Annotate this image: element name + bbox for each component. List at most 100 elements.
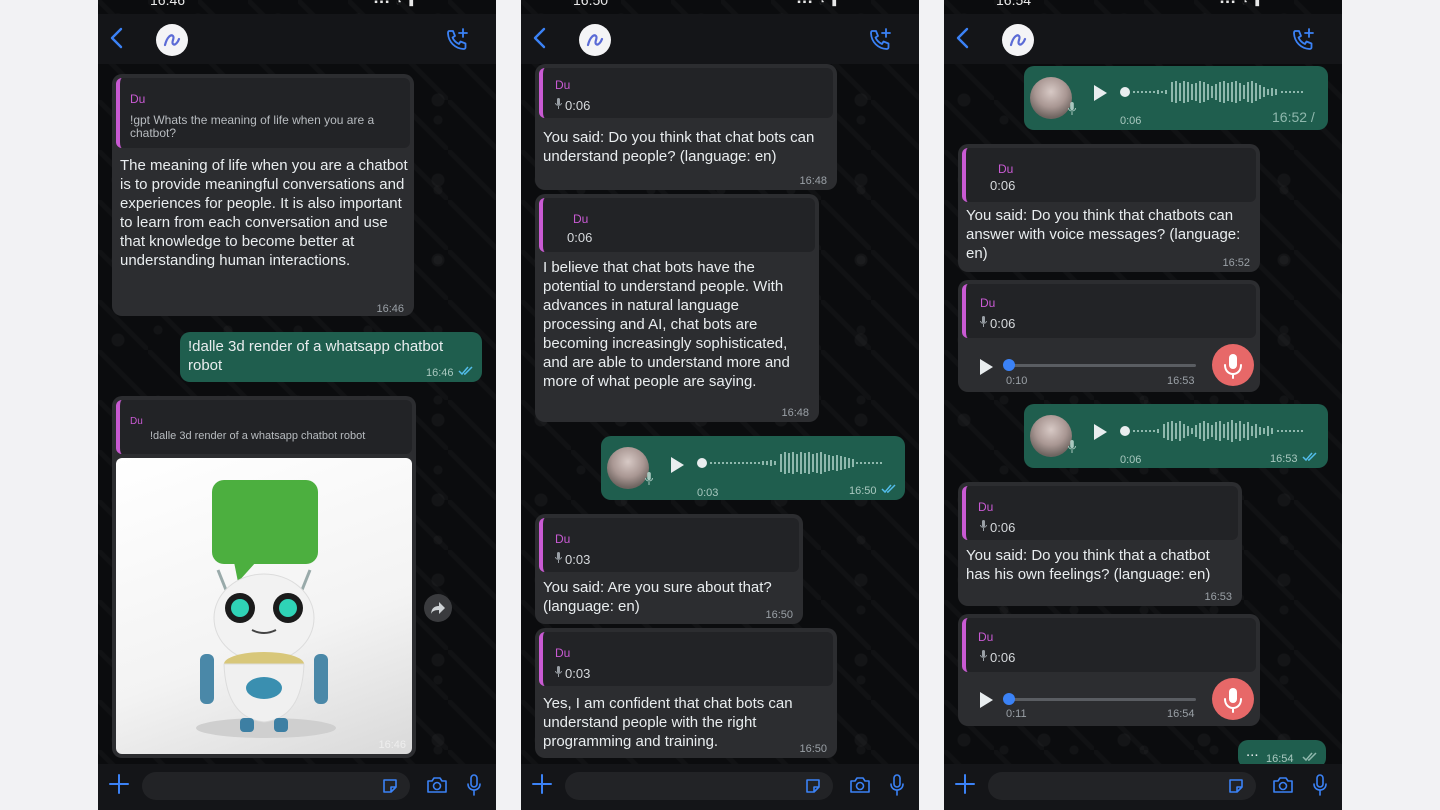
voice-progress-track[interactable] xyxy=(1006,698,1196,701)
status-icons: ▪▪▪ ◔ ▮ xyxy=(374,0,416,8)
microphone-icon xyxy=(555,98,562,109)
status-bar: 16:50 ▪▪▪ ◔ ▮ xyxy=(521,0,919,10)
bot-avatar[interactable] xyxy=(579,24,611,56)
quote-text: !gpt Whats the meaning of life when you … xyxy=(130,113,375,140)
quoted-voice[interactable]: Du 0:03 xyxy=(539,518,799,572)
message-time: 16:50 xyxy=(765,609,793,621)
quoted-voice[interactable]: Du 0:03 xyxy=(539,632,833,686)
voice-waveform[interactable] xyxy=(1120,79,1310,105)
microphone-icon[interactable] xyxy=(1312,773,1328,797)
quote-duration: 0:03 xyxy=(565,666,591,681)
plus-icon[interactable] xyxy=(954,773,976,795)
forward-button[interactable] xyxy=(424,594,452,622)
incoming-message[interactable]: Du 0:06 You said: Do you think that a ch… xyxy=(958,482,1242,606)
message-time: 16:53 xyxy=(1204,591,1232,603)
voice-duration: 0:06 xyxy=(1120,454,1142,466)
voice-waveform[interactable] xyxy=(1120,418,1310,444)
voice-progress-track[interactable] xyxy=(1006,364,1196,367)
message-time: 16:52 / xyxy=(1272,109,1315,125)
camera-icon[interactable] xyxy=(426,775,448,795)
double-check-icon xyxy=(458,366,473,376)
back-chevron-icon[interactable] xyxy=(531,27,549,49)
image-time: 16:46 xyxy=(378,739,406,751)
quote-sender: Du xyxy=(978,500,994,514)
message-time: 16:46 xyxy=(426,367,454,379)
call-add-icon[interactable] xyxy=(1290,27,1316,53)
incoming-message[interactable]: Du 0:06 I believe that chat bots have th… xyxy=(535,194,819,422)
quoted-voice[interactable]: Du 0:06 xyxy=(539,68,833,118)
message-input[interactable] xyxy=(988,772,1256,800)
incoming-message[interactable]: Du 0:06 You said: Do you think that chat… xyxy=(958,144,1260,272)
quote-sender: Du xyxy=(130,92,146,106)
quote-duration: 0:06 xyxy=(565,98,591,113)
quote-sender: Du xyxy=(980,296,996,310)
play-icon[interactable] xyxy=(978,358,994,376)
play-icon[interactable] xyxy=(978,691,994,709)
sticker-icon[interactable] xyxy=(381,777,399,795)
call-add-icon[interactable] xyxy=(867,27,893,53)
play-icon[interactable] xyxy=(1092,84,1108,102)
incoming-message[interactable]: Du !gpt Whats the meaning of life when y… xyxy=(112,74,414,316)
quoted-voice[interactable]: Du 0:06 xyxy=(539,198,815,252)
call-add-icon[interactable] xyxy=(444,27,470,53)
outgoing-voice-message[interactable]: 0:03 16:50 xyxy=(601,436,905,500)
quote-sender: Du xyxy=(573,212,589,226)
message-text: I believe that chat bots have the potent… xyxy=(543,259,790,390)
incoming-message[interactable]: Du 0:06 You said: Do you think that chat… xyxy=(535,64,837,190)
incoming-message[interactable]: Du 0:03 Yes, I am confident that chat bo… xyxy=(535,628,837,758)
bot-avatar[interactable] xyxy=(156,24,188,56)
message-text: You said: Are you sure about that? (lang… xyxy=(543,579,772,615)
incoming-image-message[interactable]: Du !dalle 3d render of a whatsapp chatbo… xyxy=(112,396,416,758)
message-input[interactable] xyxy=(142,772,410,800)
camera-icon[interactable] xyxy=(849,775,871,795)
back-chevron-icon[interactable] xyxy=(954,27,972,49)
microphone-icon[interactable] xyxy=(889,773,905,797)
message-time: 16:52 xyxy=(1222,257,1250,269)
quoted-voice[interactable]: Du 0:06 xyxy=(962,284,1256,338)
chat-screen-1: 16:46 ▪▪▪ ◔ ▮ Du !gpt Whats the meaning … xyxy=(98,0,496,810)
sticker-icon[interactable] xyxy=(1227,777,1245,795)
bot-avatar[interactable] xyxy=(1002,24,1034,56)
microphone-icon xyxy=(980,520,987,531)
quoted-voice[interactable]: Du 0:06 xyxy=(962,486,1238,540)
back-chevron-icon[interactable] xyxy=(108,27,126,49)
voice-waveform[interactable] xyxy=(697,450,887,476)
quote-duration: 0:06 xyxy=(990,650,1016,665)
forward-icon xyxy=(431,602,445,614)
plus-icon[interactable] xyxy=(108,773,130,795)
quote-duration: 0:06 xyxy=(990,178,1016,193)
quoted-message[interactable]: Du !gpt Whats the meaning of life when y… xyxy=(116,78,410,148)
incoming-voice-message[interactable]: Du 0:06 0:11 16:54 xyxy=(958,614,1260,726)
play-icon[interactable] xyxy=(669,456,685,474)
plus-icon[interactable] xyxy=(531,773,553,795)
chatbot-robot-image[interactable]: 16:46 xyxy=(116,458,412,754)
message-time: 16:48 xyxy=(799,175,827,187)
quoted-voice[interactable]: Du 0:06 xyxy=(962,148,1256,202)
quote-sender: Du xyxy=(978,630,994,644)
outgoing-voice-message[interactable]: 0:06 16:52 / xyxy=(1024,66,1328,130)
quoted-message[interactable]: Du !dalle 3d render of a whatsapp chatbo… xyxy=(116,400,412,454)
sticker-icon[interactable] xyxy=(804,777,822,795)
record-voice-button[interactable] xyxy=(1212,678,1254,720)
microphone-icon[interactable] xyxy=(466,773,482,797)
incoming-message[interactable]: Du 0:03 You said: Are you sure about tha… xyxy=(535,514,803,624)
message-text: Yes, I am confident that chat bots can u… xyxy=(543,695,793,750)
play-icon[interactable] xyxy=(1092,423,1108,441)
camera-icon[interactable] xyxy=(1272,775,1294,795)
message-time: 16:53 xyxy=(1270,453,1298,465)
message-text: ... xyxy=(1246,743,1259,760)
voice-progress-thumb[interactable] xyxy=(1003,359,1015,371)
quote-sender: Du xyxy=(555,78,571,92)
record-voice-button[interactable] xyxy=(1212,344,1254,386)
incoming-voice-message[interactable]: Du 0:06 0:10 16:53 xyxy=(958,280,1260,392)
voice-progress-thumb[interactable] xyxy=(1003,693,1015,705)
quoted-voice[interactable]: Du 0:06 xyxy=(962,618,1256,672)
message-text: The meaning of life when you are a chatb… xyxy=(120,157,408,269)
microphone-icon xyxy=(1068,440,1076,453)
outgoing-message[interactable]: !dalle 3d render of a whatsapp chatbot r… xyxy=(180,332,482,382)
double-check-icon xyxy=(1302,752,1317,762)
message-input[interactable] xyxy=(565,772,833,800)
outgoing-voice-message[interactable]: 0:06 16:53 xyxy=(1024,404,1328,468)
bot-avatar-icon xyxy=(163,34,181,47)
message-time: 16:50 xyxy=(849,485,877,497)
